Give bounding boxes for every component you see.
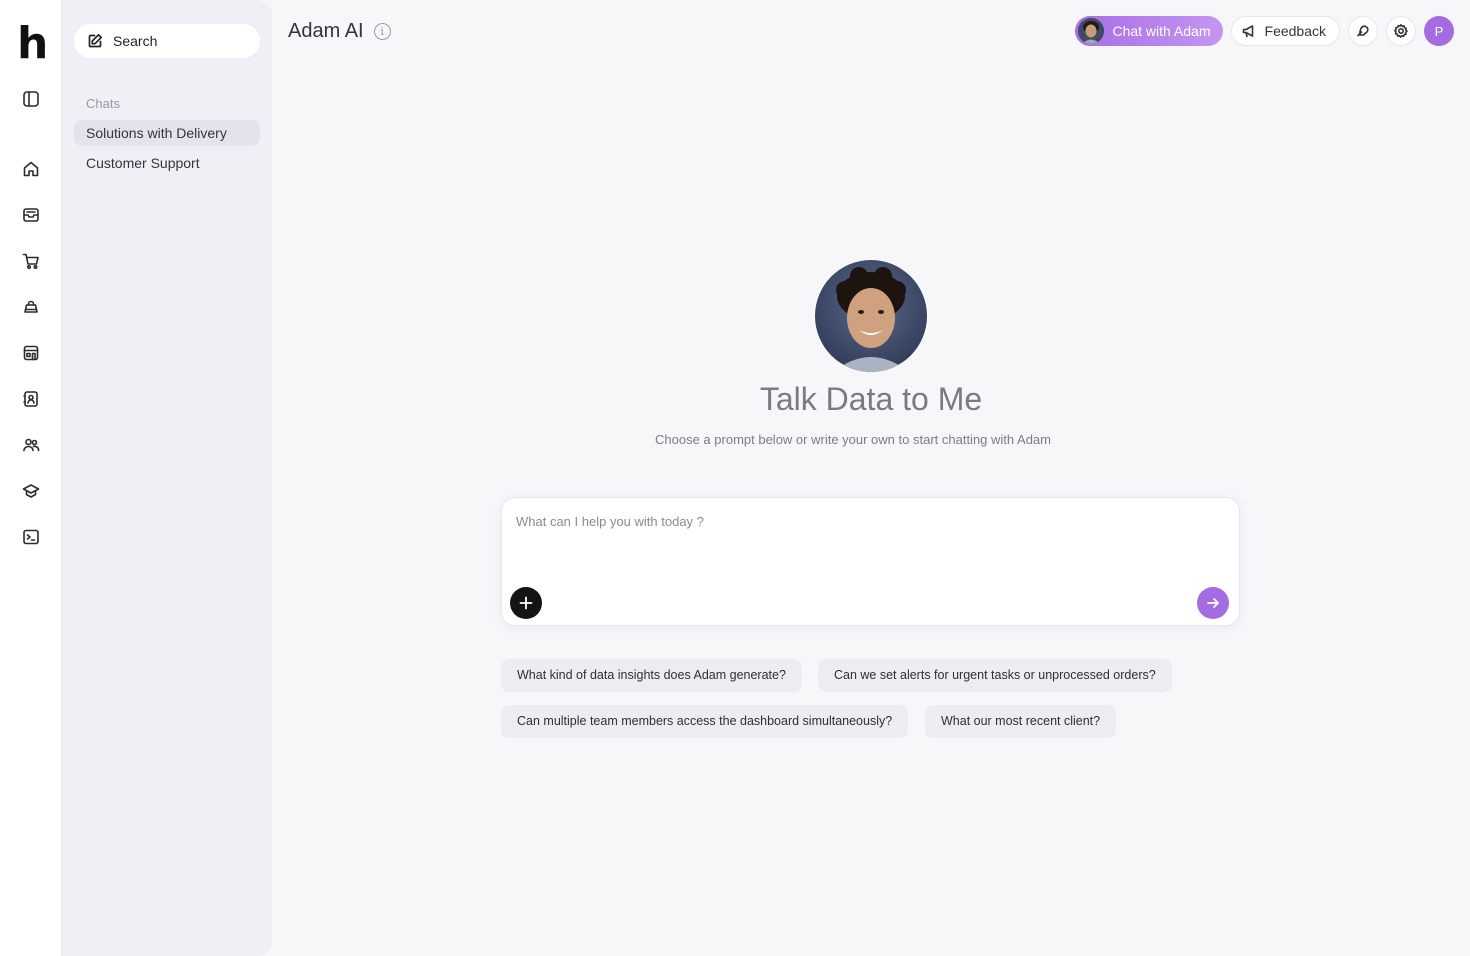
sidebar-toggle-icon[interactable] [19, 87, 43, 111]
gear-icon [1394, 24, 1408, 38]
chat-item-customer-support[interactable]: Customer Support [74, 150, 260, 176]
search-label: Search [113, 33, 158, 49]
page-title: Adam AI [288, 20, 364, 42]
chats-section-label: Chats [86, 96, 120, 111]
feedback-label: Feedback [1264, 23, 1326, 39]
adam-avatar [815, 260, 927, 372]
app-root: h Search Chats Solutions with Delivery C… [0, 0, 1470, 956]
add-attachment-button[interactable] [510, 587, 542, 619]
brand-logo[interactable]: h [17, 22, 48, 66]
inbox-icon[interactable] [19, 203, 43, 227]
suggestion-chip[interactable]: What kind of data insights does Adam gen… [501, 659, 802, 692]
academy-icon[interactable] [19, 479, 43, 503]
theme-button[interactable] [1348, 16, 1378, 46]
info-icon[interactable]: i [373, 23, 391, 40]
feedback-button[interactable]: Feedback [1230, 16, 1340, 46]
edit-icon [88, 33, 103, 48]
hero-subtitle: Choose a prompt below or write your own … [655, 432, 1051, 447]
user-avatar[interactable]: P [1424, 16, 1454, 46]
settings-button[interactable] [1386, 16, 1416, 46]
cart-icon[interactable] [19, 249, 43, 273]
page-title-group: Adam AI i [288, 20, 391, 43]
chat-with-adam-label: Chat with Adam [1112, 23, 1211, 39]
plus-icon [519, 596, 533, 610]
send-button[interactable] [1197, 587, 1229, 619]
prompt-input[interactable] [516, 514, 1216, 570]
search-button[interactable]: Search [74, 24, 260, 58]
chat-composer [501, 497, 1240, 626]
chat-with-adam-button[interactable]: Chat with Adam [1075, 16, 1223, 46]
hero-title: Talk Data to Me [759, 381, 983, 417]
terminal-icon[interactable] [19, 525, 43, 549]
megaphone-icon [1242, 25, 1253, 38]
chats-sidebar: Search Chats Solutions with Delivery Cus… [62, 0, 272, 956]
palette-icon [1357, 25, 1369, 37]
home-icon[interactable] [19, 157, 43, 181]
arrow-right-icon [1207, 598, 1219, 608]
adam-avatar-small [1078, 18, 1105, 44]
suggestion-chip[interactable]: What our most recent client? [925, 705, 1117, 738]
suggestion-chip[interactable]: Can multiple team members access the das… [501, 705, 909, 738]
icon-rail: h [0, 0, 62, 956]
bag-icon[interactable] [19, 295, 43, 319]
suggestion-chip[interactable]: Can we set alerts for urgent tasks or un… [818, 659, 1172, 692]
store-icon[interactable] [19, 341, 43, 365]
chat-item-solutions-with-delivery[interactable]: Solutions with Delivery [74, 120, 260, 146]
header-actions: Chat with Adam Feedback P [1075, 16, 1454, 46]
